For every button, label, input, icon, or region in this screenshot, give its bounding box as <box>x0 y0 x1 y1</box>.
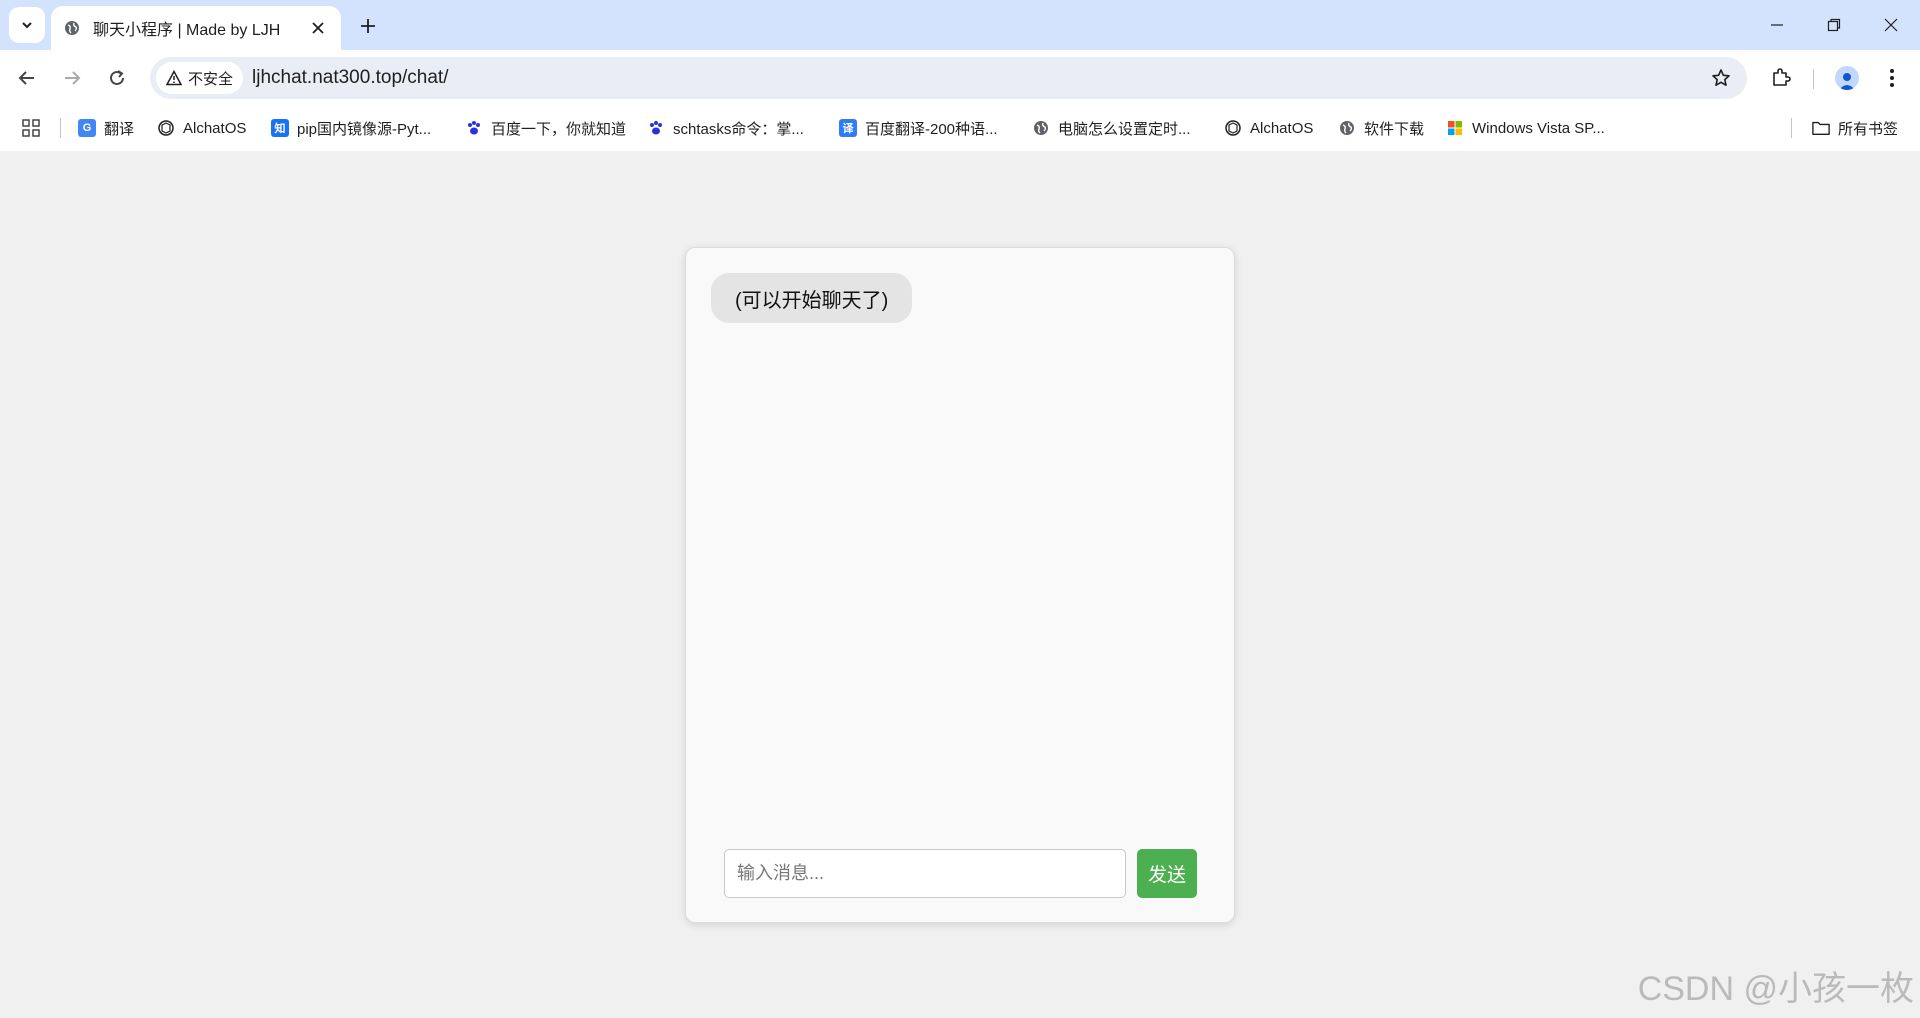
tab-strip: 聊天小程序 | Made by LJH <box>0 0 1920 50</box>
security-label: 不安全 <box>188 70 234 88</box>
reload-icon <box>110 70 124 85</box>
translate-icon: G <box>78 119 96 137</box>
bookmark-item[interactable]: 百度一下，你就知道 <box>465 115 626 141</box>
bookmark-item[interactable]: 软件下载 <box>1338 115 1424 141</box>
globe-icon <box>63 19 81 37</box>
arrow-right-icon <box>65 71 81 85</box>
back-button[interactable] <box>9 60 45 96</box>
window-close-button[interactable] <box>1862 0 1920 50</box>
plus-icon <box>361 19 375 33</box>
page-content: (可以开始聊天了) 发送 CSDN @小孩一枚 <box>0 151 1920 1018</box>
close-icon <box>1884 18 1898 32</box>
restore-button[interactable] <box>1805 0 1863 50</box>
baidu-translate-icon: 译 <box>839 119 857 137</box>
send-button[interactable]: 发送 <box>1137 849 1197 898</box>
reload-button[interactable] <box>99 60 135 96</box>
bookmark-label: 软件下载 <box>1364 120 1425 138</box>
person-icon <box>1839 73 1855 90</box>
globe-icon <box>1032 119 1050 137</box>
bookmark-label: Windows Vista SP... <box>1472 119 1605 137</box>
bookmark-label: 翻译 <box>104 120 135 138</box>
zhihu-icon: 知 <box>271 119 289 137</box>
profile-button[interactable] <box>1829 60 1865 96</box>
bookmark-item[interactable]: AlchatOS <box>1224 115 1313 141</box>
bookmark-label: AlchatOS <box>183 119 247 137</box>
bookmark-item[interactable]: 译 百度翻译-200种语... <box>839 115 998 141</box>
tab-search-button[interactable] <box>9 7 45 43</box>
bookmark-item[interactable]: G 翻译 <box>78 115 134 141</box>
chat-message: (可以开始聊天了) <box>711 273 913 323</box>
new-tab-button[interactable] <box>352 10 384 42</box>
restore-icon <box>1827 18 1841 32</box>
apps-button[interactable] <box>22 115 40 141</box>
tab-title: 聊天小程序 | Made by LJH <box>93 22 281 39</box>
browser-toolbar: 不安全 ljhchat.nat300.top/chat/ <box>0 50 1920 106</box>
bookmark-star-icon[interactable] <box>1709 66 1733 90</box>
openai-icon <box>1224 119 1242 137</box>
bookmarks-bar: G 翻译 AlchatOS 知 pip国内镜像源-Pyt... 百度一下，你就知… <box>0 106 1920 151</box>
forward-button[interactable] <box>54 60 90 96</box>
bookmarks-divider <box>60 118 61 138</box>
bookmark-label: schtasks命令：掌... <box>673 120 804 138</box>
bookmark-label: 电脑怎么设置定时... <box>1058 120 1191 138</box>
puzzle-icon <box>1773 68 1791 86</box>
baidu-paw-icon <box>647 119 665 137</box>
security-chip[interactable]: 不安全 <box>156 62 244 94</box>
chat-container: (可以开始聊天了) 发送 <box>685 247 1235 923</box>
toolbar-divider <box>1813 69 1814 89</box>
watermark: CSDN @小孩一枚 <box>1637 970 1914 1008</box>
bookmark-label: 百度一下，你就知道 <box>491 120 627 138</box>
baidu-paw-icon <box>465 119 483 137</box>
active-tab[interactable]: 聊天小程序 | Made by LJH <box>51 6 341 50</box>
avatar <box>1835 66 1859 90</box>
openai-icon <box>157 119 175 137</box>
extensions-button[interactable] <box>1763 60 1799 96</box>
apps-grid-icon <box>22 119 40 137</box>
bookmark-item[interactable]: AlchatOS <box>157 115 246 141</box>
chevron-down-icon <box>22 22 32 29</box>
windows-icon <box>1446 119 1464 137</box>
globe-icon <box>1338 119 1356 137</box>
bookmark-item[interactable]: 电脑怎么设置定时... <box>1032 115 1191 141</box>
bookmark-label: AlchatOS <box>1250 119 1314 137</box>
folder-icon <box>1812 119 1830 137</box>
bookmark-label: pip国内镜像源-Pyt... <box>297 120 432 138</box>
bookmark-item[interactable]: Windows Vista SP... <box>1446 115 1605 141</box>
more-vertical-icon <box>1890 69 1894 87</box>
warning-icon <box>166 70 182 86</box>
all-bookmarks-label: 所有书签 <box>1838 120 1899 138</box>
tab-close-icon[interactable] <box>307 17 329 39</box>
minimize-icon <box>1771 24 1783 26</box>
address-bar[interactable]: 不安全 ljhchat.nat300.top/chat/ <box>150 57 1747 99</box>
bookmarks-divider <box>1791 118 1792 138</box>
menu-button[interactable] <box>1874 60 1910 96</box>
bookmark-label: 百度翻译-200种语... <box>865 120 998 138</box>
url-text[interactable]: ljhchat.nat300.top/chat/ <box>252 67 448 89</box>
bookmark-item[interactable]: schtasks命令：掌... <box>647 115 804 141</box>
arrow-left-icon <box>18 71 34 85</box>
minimize-button[interactable] <box>1748 0 1806 50</box>
all-bookmarks-button[interactable]: 所有书签 <box>1812 115 1898 141</box>
bookmark-item[interactable]: 知 pip国内镜像源-Pyt... <box>271 115 431 141</box>
message-input[interactable] <box>724 849 1126 898</box>
